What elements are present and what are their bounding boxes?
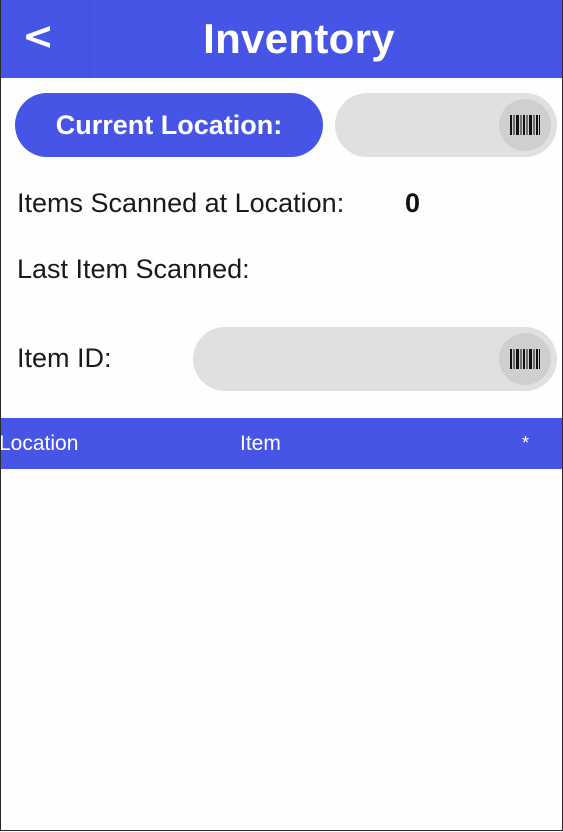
app-screen: < Inventory Current Location: Items Scan… — [0, 0, 563, 831]
table-header: Location Item * — [1, 418, 562, 469]
items-scanned-count: 0 — [405, 188, 421, 218]
item-scan-button[interactable] — [499, 333, 551, 385]
location-scan-button[interactable] — [499, 99, 551, 151]
items-scanned-label: Items Scanned at Location: — [17, 188, 345, 218]
column-header-item[interactable]: Item — [240, 418, 281, 469]
item-id-label: Item ID: — [17, 343, 112, 373]
back-arrow-icon: < — [22, 14, 54, 58]
last-item-scanned-label: Last Item Scanned: — [17, 254, 250, 284]
current-location-button[interactable]: Current Location: — [15, 93, 323, 157]
page-title: Inventory — [203, 15, 395, 62]
app-header: < Inventory — [1, 0, 562, 78]
barcode-icon — [510, 115, 540, 135]
barcode-icon — [510, 349, 540, 369]
column-header-star[interactable]: * — [522, 418, 529, 469]
back-button[interactable]: < — [1, 0, 90, 78]
scanned-items-list — [1, 469, 562, 830]
column-header-location[interactable]: Location — [1, 418, 78, 469]
